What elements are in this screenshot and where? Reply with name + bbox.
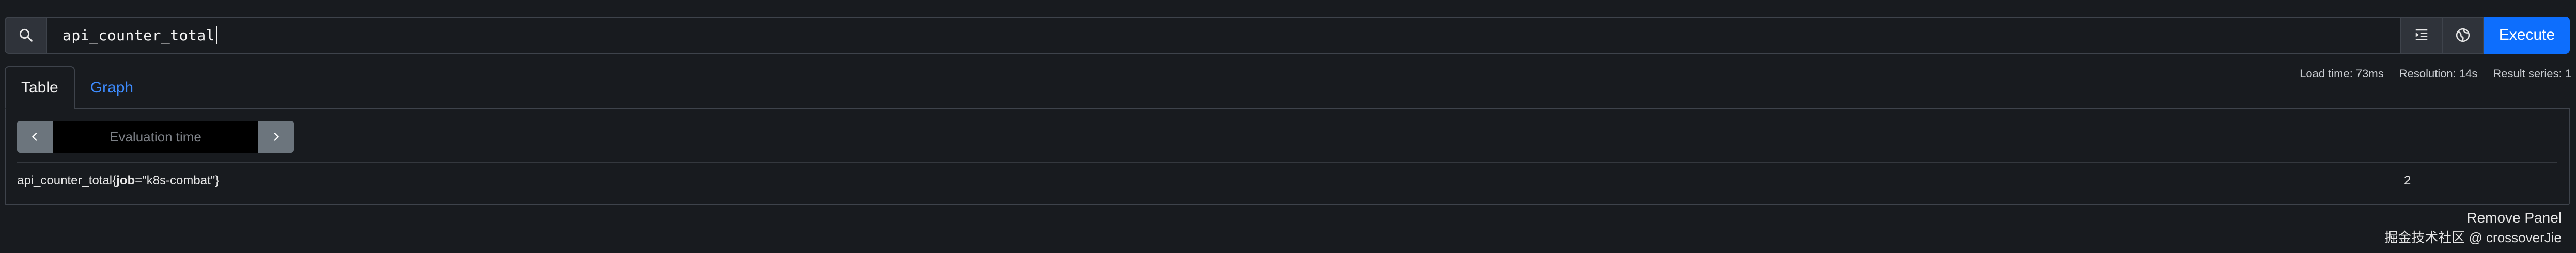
- search-addon: [5, 17, 46, 54]
- remove-panel-link[interactable]: Remove Panel: [2384, 210, 2562, 226]
- indent-icon: [2415, 29, 2428, 40]
- series-value: 2: [2404, 173, 2411, 187]
- metric-name: api_counter_total: [17, 173, 113, 187]
- search-icon: [19, 28, 33, 42]
- metrics-explorer-button[interactable]: [2443, 17, 2484, 54]
- label-equals: =": [135, 173, 147, 187]
- evaluation-time-input[interactable]: Evaluation time: [53, 121, 258, 153]
- prometheus-query-page: api_counter_total Execute Table Graph Lo…: [0, 0, 2576, 253]
- label-open-brace: {: [112, 173, 117, 187]
- table-row: api_counter_total{job="k8s-combat"} 2: [17, 170, 2557, 191]
- globe-icon: [2456, 28, 2470, 42]
- watermark-text: 掘金技术社区 @ crossoverJie: [2384, 230, 2562, 245]
- result-series-stat: Result series: 1: [2493, 67, 2571, 80]
- query-expression-text: api_counter_total: [63, 26, 215, 44]
- load-time-stat: Load time: 73ms: [2300, 67, 2384, 80]
- next-time-button[interactable]: [258, 121, 294, 153]
- result-tabs: Table Graph: [5, 66, 149, 109]
- table-panel: Evaluation time api_counter_total{job="k…: [5, 108, 2570, 205]
- query-stats: Load time: 73ms Resolution: 14s Result s…: [2300, 67, 2571, 81]
- text-caret: [216, 26, 218, 44]
- label-close-brace: "}: [210, 173, 220, 187]
- label-key: job: [116, 173, 135, 187]
- chevron-right-icon: [274, 132, 280, 141]
- query-bar: api_counter_total Execute: [5, 17, 2570, 54]
- previous-time-button[interactable]: [17, 121, 53, 153]
- resolution-stat: Resolution: 14s: [2399, 67, 2478, 80]
- tab-graph[interactable]: Graph: [75, 66, 149, 109]
- query-expression-input[interactable]: api_counter_total: [46, 17, 2401, 54]
- chevron-left-icon: [32, 132, 37, 141]
- format-expression-button[interactable]: [2401, 17, 2443, 54]
- label-value: k8s-combat: [146, 173, 211, 187]
- series-labels: api_counter_total{job="k8s-combat"}: [17, 173, 219, 188]
- evaluation-time-picker: Evaluation time: [17, 121, 294, 153]
- execute-button[interactable]: Execute: [2484, 17, 2570, 54]
- table-divider: [17, 162, 2557, 163]
- footer: Remove Panel 掘金技术社区 @ crossoverJie: [2384, 210, 2562, 246]
- tab-table[interactable]: Table: [5, 66, 75, 109]
